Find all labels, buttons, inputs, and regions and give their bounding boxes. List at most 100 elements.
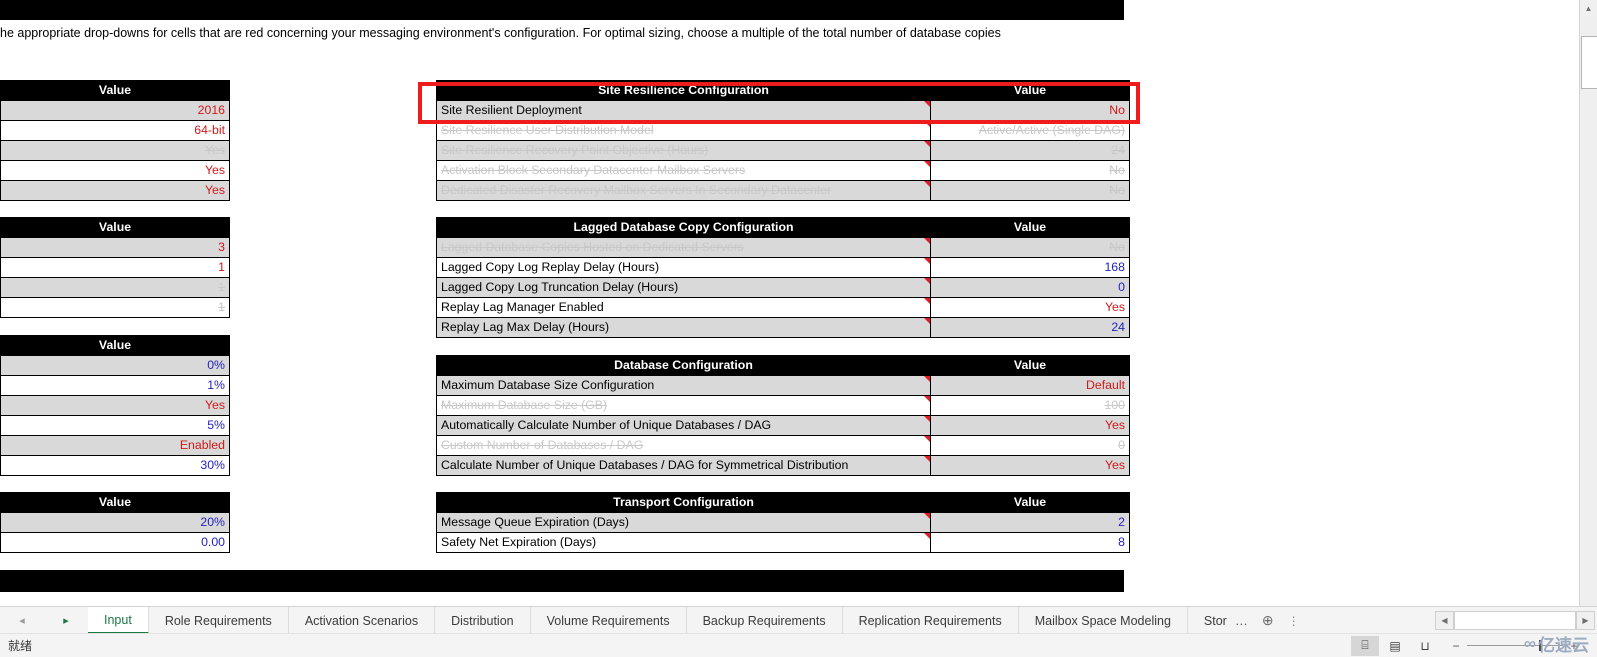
row-value[interactable]: No [930, 160, 1130, 181]
tab-backup-requirements[interactable]: Backup Requirements [686, 607, 843, 634]
table-row[interactable]: Activation Block Secondary Datacenter Ma… [436, 160, 1130, 181]
scroll-left-icon[interactable]: ◀ [1435, 611, 1454, 630]
left-cell-value[interactable]: 3 [0, 237, 230, 258]
row-value[interactable]: Active/Active (Single DAG) [930, 120, 1130, 141]
sheet-nav-buttons[interactable]: ◂ ▸ [0, 607, 88, 634]
left-cell-value[interactable]: 5% [0, 415, 230, 436]
table-row[interactable]: 1 [0, 257, 230, 278]
table-row[interactable]: 64-bit [0, 120, 230, 141]
spreadsheet-canvas[interactable]: he appropriate drop-downs for cells that… [0, 0, 1552, 610]
left-cell-value[interactable]: 1 [0, 257, 230, 278]
table-row[interactable]: Yes [0, 395, 230, 416]
table-row[interactable]: Yes [0, 140, 230, 161]
row-value[interactable]: 0 [930, 277, 1130, 298]
vertical-scrollbar[interactable]: ▲ ▼ [1579, 0, 1597, 623]
table-row[interactable]: Site Resilience User Distribution Model … [436, 120, 1130, 141]
left-cell-value[interactable]: 30% [0, 455, 230, 476]
table-row[interactable]: Maximum Database Size (GB) 100 [436, 395, 1130, 416]
table-row[interactable]: Lagged Copy Log Truncation Delay (Hours)… [436, 277, 1130, 298]
vertical-scrollbar-thumb[interactable] [1581, 36, 1597, 89]
row-value[interactable]: No [930, 100, 1130, 121]
table-row[interactable]: 1 [0, 277, 230, 298]
row-value[interactable]: No [930, 237, 1130, 258]
row-value[interactable]: 2 [930, 512, 1130, 533]
next-sheet-icon[interactable]: ▸ [55, 614, 77, 627]
horizontal-scrollbar[interactable]: ◀ ▶ [1435, 611, 1595, 630]
row-value[interactable]: 24 [930, 317, 1130, 338]
tab-distribution[interactable]: Distribution [435, 607, 531, 634]
left-block-3-header-cell: Value [0, 335, 230, 356]
tab-storage-partial[interactable]: Stor [1187, 607, 1229, 634]
scroll-up-icon[interactable]: ▲ [1580, 0, 1597, 17]
table-row[interactable]: Site Resilient Deployment No [436, 100, 1130, 121]
row-value[interactable]: 168 [930, 257, 1130, 278]
row-value[interactable]: Yes [930, 415, 1130, 436]
prev-sheet-icon[interactable]: ◂ [11, 614, 33, 627]
left-cell-value[interactable]: 64-bit [0, 120, 230, 141]
row-value[interactable]: 0 [930, 435, 1130, 456]
left-cell-value[interactable]: 1% [0, 375, 230, 396]
table-row[interactable]: Lagged Database Copies Hosted on Dedicat… [436, 237, 1130, 258]
normal-view-icon[interactable]: ⌸ [1351, 635, 1379, 656]
table-row[interactable]: 1% [0, 375, 230, 396]
left-cell-value[interactable]: Yes [0, 160, 230, 181]
table-row[interactable]: 2016 [0, 100, 230, 121]
table-row[interactable]: Yes [0, 160, 230, 181]
left-cell-value[interactable]: Yes [0, 180, 230, 201]
table-row[interactable]: Custom Number of Databases / DAG 0 [436, 435, 1130, 456]
table-row[interactable]: 20% [0, 512, 230, 533]
scroll-right-icon[interactable]: ▶ [1576, 611, 1595, 630]
row-value[interactable]: Yes [930, 297, 1130, 318]
table-row[interactable]: Replay Lag Manager Enabled Yes [436, 297, 1130, 318]
table-row[interactable]: Maximum Database Size Configuration Defa… [436, 375, 1130, 396]
horizontal-scrollbar-track[interactable] [1454, 611, 1576, 630]
table-row[interactable]: 3 [0, 237, 230, 258]
table-row[interactable]: 5% [0, 415, 230, 436]
row-value[interactable]: 24 [930, 140, 1130, 161]
table-row[interactable]: 1 [0, 297, 230, 318]
more-options-icon[interactable]: ⋮ [1282, 607, 1306, 634]
table-row[interactable]: Site Resilience Recovery Point Objective… [436, 140, 1130, 161]
left-cell-value[interactable]: Enabled [0, 435, 230, 456]
vertical-scrollbar-track[interactable] [1580, 17, 1597, 606]
zoom-out-icon[interactable]: − [1451, 639, 1461, 653]
left-cell-value[interactable]: Yes [0, 140, 230, 161]
left-cell-value[interactable]: 1 [0, 297, 230, 318]
row-value[interactable]: Default [930, 375, 1130, 396]
left-cell-value[interactable]: Yes [0, 395, 230, 416]
table-row[interactable]: Safety Net Expiration (Days) 8 [436, 532, 1130, 553]
tab-mailbox-space-modeling[interactable]: Mailbox Space Modeling [1018, 607, 1188, 634]
table-row[interactable]: 30% [0, 455, 230, 476]
table-row[interactable]: Lagged Copy Log Replay Delay (Hours) 168 [436, 257, 1130, 278]
row-label: Automatically Calculate Number of Unique… [436, 415, 931, 436]
tab-replication-requirements[interactable]: Replication Requirements [842, 607, 1019, 634]
database-config-title: Database Configuration [436, 355, 931, 376]
row-label: Replay Lag Max Delay (Hours) [436, 317, 931, 338]
add-sheet-icon[interactable]: ⊕ [1254, 607, 1282, 634]
table-row[interactable]: Enabled [0, 435, 230, 456]
tab-role-requirements[interactable]: Role Requirements [148, 607, 289, 634]
row-value[interactable]: No [930, 180, 1130, 201]
left-cell-value[interactable]: 2016 [0, 100, 230, 121]
table-row[interactable]: Calculate Number of Unique Databases / D… [436, 455, 1130, 476]
table-row[interactable]: 0% [0, 355, 230, 376]
table-row[interactable]: Replay Lag Max Delay (Hours) 24 [436, 317, 1130, 338]
tab-activation-scenarios[interactable]: Activation Scenarios [288, 607, 436, 634]
table-row[interactable]: Dedicated Disaster Recovery Mailbox Serv… [436, 180, 1130, 201]
table-row[interactable]: 0.00 [0, 532, 230, 553]
tab-input[interactable]: Input [88, 607, 149, 634]
row-value[interactable]: Yes [930, 455, 1130, 476]
row-value[interactable]: 8 [930, 532, 1130, 553]
table-row[interactable]: Yes [0, 180, 230, 201]
left-cell-value[interactable]: 1 [0, 277, 230, 298]
page-break-view-icon[interactable]: ⊔ [1411, 636, 1439, 656]
left-cell-value[interactable]: 20% [0, 512, 230, 533]
table-row[interactable]: Message Queue Expiration (Days) 2 [436, 512, 1130, 533]
tab-volume-requirements[interactable]: Volume Requirements [530, 607, 687, 634]
tab-overflow-icon[interactable]: … [1229, 607, 1254, 634]
page-layout-view-icon[interactable]: ▤ [1381, 636, 1409, 656]
row-value[interactable]: 100 [930, 395, 1130, 416]
left-cell-value[interactable]: 0.00 [0, 532, 230, 553]
table-row[interactable]: Automatically Calculate Number of Unique… [436, 415, 1130, 436]
left-cell-value[interactable]: 0% [0, 355, 230, 376]
